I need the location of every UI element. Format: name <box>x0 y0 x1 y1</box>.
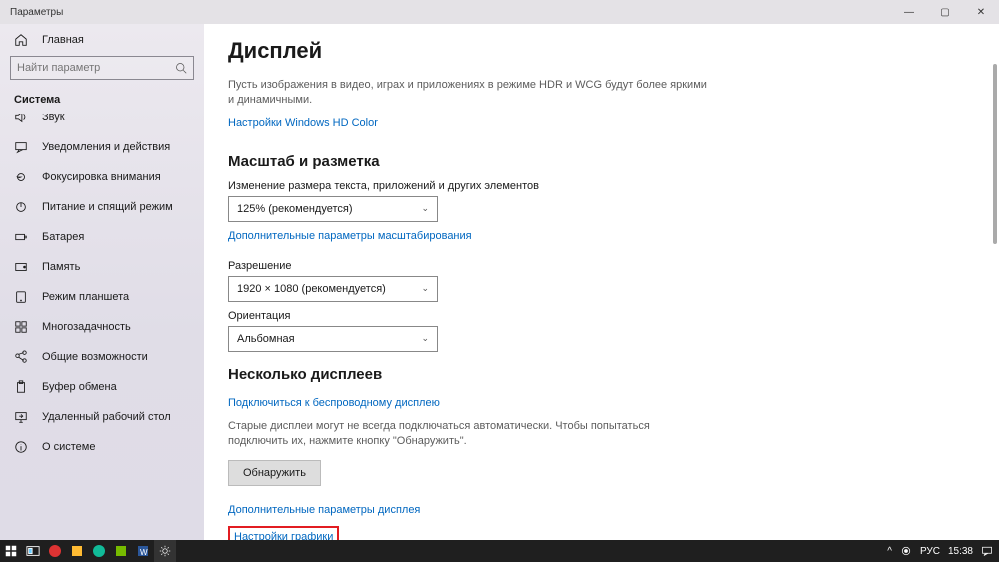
category-heading: Система <box>0 90 204 114</box>
sidebar-item-label: Удаленный рабочий стол <box>42 411 171 423</box>
search-icon <box>175 62 187 74</box>
hdr-settings-link[interactable]: Настройки Windows HD Color <box>228 117 378 129</box>
sidebar: Главная Система Звук Уведомления <box>0 24 204 540</box>
chevron-down-icon: ⌄ <box>421 203 429 214</box>
sidebar-item-notifications[interactable]: Уведомления и действия <box>0 132 204 162</box>
search-box[interactable] <box>10 56 194 80</box>
highlighted-box: Настройки графики <box>228 526 339 540</box>
start-button[interactable] <box>0 540 22 562</box>
sidebar-item-label: О системе <box>42 441 95 453</box>
sidebar-item-label: Общие возможности <box>42 351 148 363</box>
sidebar-item-label: Режим планшета <box>42 291 129 303</box>
multiple-displays-desc: Старые дисплеи могут не всегда подключат… <box>228 419 708 450</box>
sidebar-item-label: Память <box>42 261 80 273</box>
sidebar-item-label: Уведомления и действия <box>42 141 170 153</box>
taskbar-app-2[interactable] <box>66 540 88 562</box>
sidebar-item-multitask[interactable]: Многозадачность <box>0 312 204 342</box>
chevron-down-icon: ⌄ <box>421 333 429 344</box>
scale-dropdown[interactable]: 125% (рекомендуется) ⌄ <box>228 196 438 222</box>
tray-chevron-icon[interactable]: ^ <box>887 546 892 557</box>
chevron-down-icon: ⌄ <box>421 283 429 294</box>
svg-text:W: W <box>140 548 148 557</box>
sidebar-item-label: Фокусировка внимания <box>42 171 161 183</box>
wireless-display-link[interactable]: Подключиться к беспроводному дисплею <box>228 397 440 409</box>
home-icon <box>14 33 28 47</box>
taskbar-settings[interactable] <box>154 540 176 562</box>
clock[interactable]: 15:38 <box>948 546 973 557</box>
remote-icon <box>14 410 28 424</box>
focus-icon <box>14 170 28 184</box>
close-button[interactable]: ✕ <box>963 0 999 24</box>
scrollbar-thumb[interactable] <box>993 64 997 244</box>
orientation-dropdown[interactable]: Альбомная ⌄ <box>228 326 438 352</box>
clipboard-icon <box>14 380 28 394</box>
resolution-dropdown[interactable]: 1920 × 1080 (рекомендуется) ⌄ <box>228 276 438 302</box>
taskview-button[interactable] <box>22 540 44 562</box>
hdr-description: Пусть изображения в видео, играх и прило… <box>228 78 708 109</box>
notifications-icon <box>14 140 28 154</box>
sidebar-item-power[interactable]: Питание и спящий режим <box>0 192 204 222</box>
title-bar: Параметры — ▢ ✕ <box>0 0 999 24</box>
scale-heading: Масштаб и разметка <box>228 153 975 170</box>
tablet-icon <box>14 290 28 304</box>
window-title: Параметры <box>0 7 63 18</box>
taskbar-edge[interactable] <box>88 540 110 562</box>
detect-button[interactable]: Обнаружить <box>228 460 321 486</box>
graphics-settings-link[interactable]: Настройки графики <box>234 531 333 540</box>
maximize-button[interactable]: ▢ <box>927 0 963 24</box>
advanced-scaling-link[interactable]: Дополнительные параметры масштабирования <box>228 230 472 242</box>
sidebar-item-label: Батарея <box>42 231 84 243</box>
sidebar-item-shared[interactable]: Общие возможности <box>0 342 204 372</box>
advanced-display-link[interactable]: Дополнительные параметры дисплея <box>228 504 420 516</box>
shared-icon <box>14 350 28 364</box>
taskbar: W ^ РУС 15:38 <box>0 540 999 562</box>
sidebar-item-sound[interactable]: Звук <box>0 114 204 132</box>
system-tray: ^ РУС 15:38 <box>887 545 999 557</box>
taskbar-word[interactable]: W <box>132 540 154 562</box>
scale-value: 125% (рекомендуется) <box>237 203 352 215</box>
sidebar-item-remote[interactable]: Удаленный рабочий стол <box>0 402 204 432</box>
language-indicator[interactable]: РУС <box>920 546 940 557</box>
orientation-label: Ориентация <box>228 310 975 322</box>
multiple-displays-heading: Несколько дисплеев <box>228 366 975 383</box>
home-label: Главная <box>42 34 84 46</box>
sidebar-item-label: Буфер обмена <box>42 381 117 393</box>
page-title: Дисплей <box>228 38 975 64</box>
orientation-value: Альбомная <box>237 333 295 345</box>
storage-icon <box>14 260 28 274</box>
about-icon <box>14 440 28 454</box>
multitask-icon <box>14 320 28 334</box>
sidebar-item-battery[interactable]: Батарея <box>0 222 204 252</box>
home-link[interactable]: Главная <box>0 24 204 56</box>
sidebar-item-label: Звук <box>42 114 65 123</box>
sidebar-item-focus[interactable]: Фокусировка внимания <box>0 162 204 192</box>
power-icon <box>14 200 28 214</box>
resolution-value: 1920 × 1080 (рекомендуется) <box>237 283 386 295</box>
action-center-icon[interactable] <box>981 545 993 557</box>
sidebar-item-clipboard[interactable]: Буфер обмена <box>0 372 204 402</box>
sidebar-item-storage[interactable]: Память <box>0 252 204 282</box>
sidebar-item-tablet[interactable]: Режим планшета <box>0 282 204 312</box>
battery-icon <box>14 230 28 244</box>
scale-label: Изменение размера текста, приложений и д… <box>228 180 975 192</box>
sidebar-item-label: Питание и спящий режим <box>42 201 173 213</box>
taskbar-app-1[interactable] <box>44 540 66 562</box>
sound-icon <box>14 114 28 124</box>
resolution-label: Разрешение <box>228 260 975 272</box>
nav-list: Звук Уведомления и действия Фокусировка … <box>0 114 204 540</box>
tray-power-icon[interactable] <box>900 545 912 557</box>
sidebar-item-about[interactable]: О системе <box>0 432 204 462</box>
content-area: Дисплей Пусть изображения в видео, играх… <box>204 24 999 540</box>
sidebar-item-label: Многозадачность <box>42 321 131 333</box>
search-input[interactable] <box>17 62 175 74</box>
taskbar-app-3[interactable] <box>110 540 132 562</box>
minimize-button[interactable]: — <box>891 0 927 24</box>
